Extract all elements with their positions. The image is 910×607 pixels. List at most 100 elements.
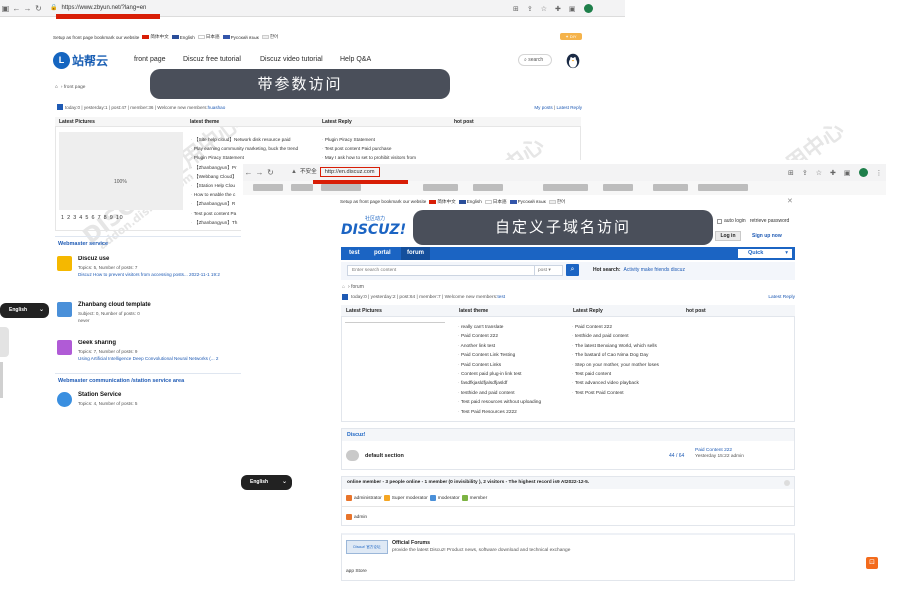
home-icon[interactable]: ⌂ [342,284,345,290]
lang-link[interactable]: English [180,35,195,40]
column-header[interactable]: Latest Reply [573,308,603,314]
column-header[interactable]: Latest Pictures [59,119,95,125]
breadcrumb-item[interactable]: front page [64,85,86,90]
extensions-icon[interactable]: ✚ [555,5,561,13]
bookmark-link[interactable]: bookmark our website [381,199,426,204]
list-item[interactable]: The latest Benxiang World, which sells [572,342,684,351]
lang-link[interactable]: 한어 [270,34,278,40]
online-summary[interactable]: online member - 3 people online - 1 memb… [342,477,794,489]
retrieve-password-link[interactable]: retrieve password [750,218,789,224]
diy-button[interactable]: ✦ DIY [560,33,582,40]
translate-icon[interactable]: ⊞ [513,5,519,13]
nav-portal[interactable]: portal [368,247,397,260]
setup-front-page-link[interactable]: Setup as front page [340,199,380,204]
home-icon[interactable]: ⌂ [55,85,58,90]
lang-link[interactable]: English [467,199,482,204]
list-item[interactable]: Paid Content Links [458,361,570,370]
column-header[interactable]: hot post [686,308,706,314]
search-input[interactable]: Enter search content [347,265,535,276]
app-store-link[interactable]: app Store [346,569,367,574]
address-bar[interactable]: ▲ 不安全 http://en.discuz.com [291,165,711,179]
translate-icon[interactable]: ⊞ [788,169,794,177]
lang-link[interactable]: 简体中文 [150,34,168,40]
list-item[interactable]: Plugin Piracy Statement [322,135,452,144]
online-user[interactable]: admin [346,514,367,520]
nav-test[interactable]: test [343,247,366,260]
my-posts-link[interactable]: My posts [534,105,552,110]
nav-help-qa[interactable]: Help Q&A [340,56,371,63]
forum-last-post[interactable]: Using Artificial Intelligence Deep Convo… [78,356,218,361]
new-member-link[interactable]: huashao [208,105,226,110]
column-header[interactable]: latest theme [190,119,219,125]
login-button[interactable]: Log in [715,231,741,241]
auto-login-checkbox[interactable] [717,218,722,224]
language-switcher[interactable]: English ⌄ [0,303,49,318]
list-item[interactable]: really can't translate [458,323,570,332]
search-type-select[interactable]: post ▾ [535,265,563,276]
extensions-icon[interactable]: ✚ [830,169,836,177]
section-title[interactable]: Webmaster communication /station service… [58,378,184,384]
profile-avatar[interactable] [858,168,868,177]
star-icon[interactable]: ☆ [541,5,547,13]
collapse-icon[interactable] [784,480,790,486]
hot-search-link[interactable]: discuz [671,267,685,273]
side-panel-tab[interactable] [0,327,9,357]
lang-link[interactable]: Русский язык [231,35,259,40]
nav-front-page[interactable]: front page [134,56,166,63]
list-item[interactable]: fasdfkjasldfjalsdfjasldf [458,379,570,388]
list-item[interactable]: Paid Content Link Testing [458,351,570,360]
list-item[interactable]: Step on your mother, your mother loses [572,361,684,370]
list-item[interactable]: Test Post Paid Content [572,389,684,398]
sidebar-icon[interactable]: ▣ [844,169,851,177]
list-item[interactable]: testhide and paid content [572,332,684,341]
lang-link[interactable]: 日本語 [206,34,220,40]
lang-link[interactable]: Русский язык [518,199,546,204]
lang-link[interactable]: 简体中文 [437,199,455,205]
sidebar-icon[interactable]: ▣ [569,5,576,13]
forward-icon[interactable]: → [254,168,265,177]
latest-reply-link[interactable]: Latest Reply [768,295,795,300]
list-item[interactable]: Content paid plug-in link test [458,370,570,379]
forum-name[interactable]: Discuz use [78,256,220,262]
list-item[interactable]: Play earning community marketing, buck t… [191,144,321,153]
nav-forum[interactable]: forum [401,247,430,260]
discuz-logo[interactable]: 社区动力 DISCUZ! [341,215,411,245]
list-item[interactable]: Paid Content 222 [572,323,684,332]
star-icon[interactable]: ☆ [816,169,822,177]
picture-pager[interactable]: 1 2 3 4 5 6 7 8 9 10 [61,215,123,221]
forum-name[interactable]: Geek sharing [78,340,218,346]
username[interactable]: admin [354,515,367,520]
list-item[interactable]: Another link test [458,342,570,351]
search-button[interactable]: ⌕ search [518,54,552,66]
bookmark-link[interactable]: bookmark our website [94,35,139,40]
share-icon[interactable]: ⇪ [527,5,533,13]
list-item[interactable]: testhide and paid content [458,389,570,398]
floating-widget-icon[interactable]: ⊡ [866,557,878,569]
column-header[interactable]: latest theme [459,308,488,314]
latest-picture-slot[interactable] [59,132,183,210]
column-header[interactable]: hot post [454,119,474,125]
language-switcher[interactable]: English ⌄ [241,475,292,490]
quick-menu[interactable]: Quick ▾ [738,249,792,258]
reload-icon[interactable]: ↻ [33,4,44,13]
search-button[interactable]: ⌕ [566,264,579,276]
forum-name[interactable]: default section [365,453,404,459]
nav-discuz-video-tutorial[interactable]: Discuz video tutorial [260,56,323,63]
site-logo[interactable]: L 站帮云 [53,51,115,69]
list-item[interactable]: Test advanced video playback [572,379,684,388]
nav-discuz-free-tutorial[interactable]: Discuz free tutorial [183,56,241,63]
reload-icon[interactable]: ↻ [265,168,276,177]
list-item[interactable]: 【Site help cloud】Network disk resource p… [191,135,321,144]
lang-link[interactable]: 한어 [557,199,565,205]
forum-last-post[interactable]: Discuz How to prevent visitors from acce… [78,272,220,277]
new-member-link[interactable]: test [497,295,505,300]
forum-row-discuz-use[interactable]: Discuz use Topics: 5, Number of posts: 7… [57,256,242,277]
category-title[interactable]: Discuz! [342,429,794,441]
forward-icon[interactable]: → [22,4,33,13]
list-item[interactable]: Paid Content 222 [458,332,570,341]
more-menu-icon[interactable]: ⋮ [876,169,883,177]
column-header[interactable]: Latest Reply [322,119,352,125]
share-icon[interactable]: ⇪ [802,169,808,177]
back-icon[interactable]: ← [243,168,254,177]
list-item[interactable]: Test Paid Resources 2222 [458,408,570,417]
